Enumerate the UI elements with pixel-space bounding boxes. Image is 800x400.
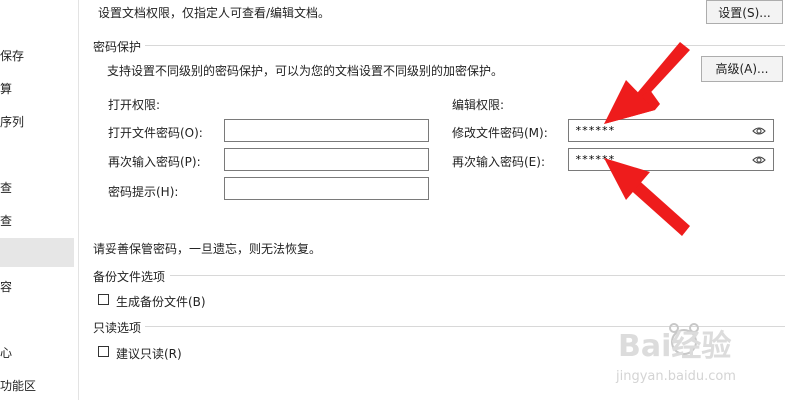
baidu-watermark: Bai经验 jingyan.baidu.com (615, 323, 736, 384)
advanced-button[interactable]: 高级(A)... (701, 56, 783, 82)
sidebar: 保存 算 序列 查 查 容 心 功能区 (0, 0, 79, 400)
readonly-section-title: 只读选项 (93, 321, 142, 335)
open-permission-title: 打开权限: (108, 98, 161, 112)
watermark-brand: Bai经验 (618, 329, 731, 364)
password-hint-label: 密码提示(H): (108, 185, 179, 199)
reenter-open-password-input[interactable] (224, 148, 429, 171)
readonly-checkbox[interactable] (98, 346, 109, 357)
password-section-title: 密码保护 (93, 40, 142, 54)
sidebar-item-center[interactable]: 心 (0, 344, 12, 361)
backup-checkbox[interactable] (98, 294, 109, 305)
open-password-input[interactable] (224, 119, 429, 142)
watermark-url: jingyan.baidu.com (615, 369, 736, 384)
reenter-modify-password-label: 再次输入密码(E): (452, 155, 545, 169)
backup-checkbox-label[interactable]: 生成备份文件(B) (116, 293, 206, 310)
readonly-checkbox-label[interactable]: 建议只读(R) (116, 345, 182, 362)
sidebar-item-sequence[interactable]: 序列 (0, 113, 24, 130)
eye-icon[interactable] (752, 125, 766, 137)
backup-section-divider (170, 275, 785, 276)
permissions-description: 设置文档权限，仅指定人可查看/编辑文档。 (98, 6, 331, 20)
modify-password-value: ****** (575, 124, 615, 137)
password-description: 支持设置不同级别的密码保护，可以为您的文档设置不同级别的加密保护。 (107, 64, 504, 78)
sidebar-item-check-2[interactable]: 查 (0, 212, 12, 229)
password-section-divider (145, 45, 785, 46)
modify-password-label: 修改文件密码(M): (452, 126, 548, 140)
permissions-settings-button[interactable]: 设置(S)... (706, 0, 783, 24)
arrow-upper (604, 42, 690, 124)
password-hint-input[interactable] (224, 177, 429, 200)
backup-section-title: 备份文件选项 (93, 270, 166, 284)
reenter-open-password-label: 再次输入密码(P): (108, 155, 201, 169)
reenter-modify-password-input[interactable]: ****** (568, 148, 774, 171)
sidebar-item-save[interactable]: 保存 (0, 47, 24, 64)
open-password-label: 打开文件密码(O): (108, 126, 203, 140)
sidebar-item-content[interactable]: 容 (0, 278, 12, 295)
sidebar-item-calc[interactable]: 算 (0, 80, 12, 97)
sidebar-item-ribbon[interactable]: 功能区 (0, 377, 36, 394)
sidebar-selected-item[interactable] (0, 238, 74, 267)
reenter-modify-password-value: ****** (575, 153, 615, 166)
password-warning: 请妥善保管密码，一旦遗忘，则无法恢复。 (93, 242, 322, 256)
modify-password-input[interactable]: ****** (568, 119, 774, 142)
sidebar-item-check-1[interactable]: 查 (0, 179, 12, 196)
eye-icon[interactable] (752, 154, 766, 166)
edit-permission-title: 编辑权限: (452, 98, 505, 112)
